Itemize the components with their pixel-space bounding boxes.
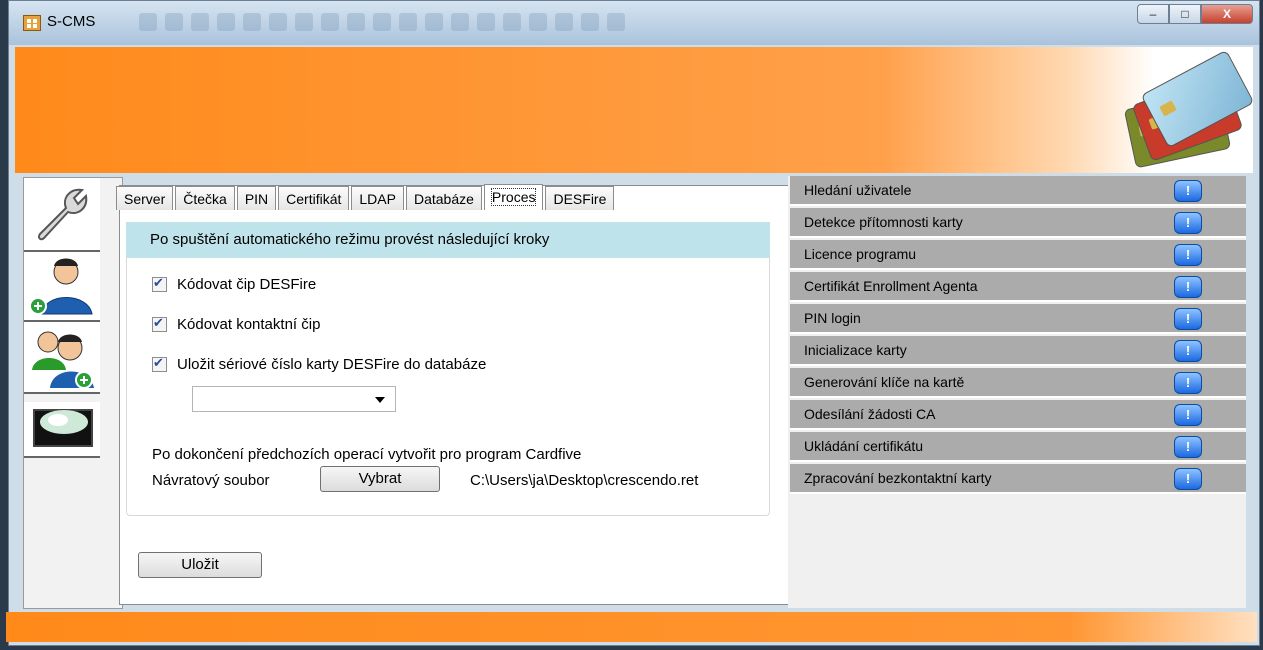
tab-ldap[interactable]: LDAP — [351, 186, 404, 210]
tab-databaze[interactable]: Databáze — [405, 186, 482, 210]
info-icon[interactable]: ! — [1174, 436, 1202, 458]
info-icon[interactable]: ! — [1174, 180, 1202, 202]
toolbar-icon — [399, 13, 417, 31]
checkbox-checked[interactable] — [152, 315, 167, 332]
step-label: PIN login — [804, 310, 861, 326]
add-group-icon — [32, 331, 94, 389]
toolbar-icon — [581, 13, 599, 31]
step-item[interactable]: Certifikát Enrollment Agenta! — [790, 272, 1246, 302]
step-item[interactable]: PIN login! — [790, 304, 1246, 334]
step-label: Inicializace karty — [804, 342, 907, 358]
toolbar-icon — [529, 13, 547, 31]
window-controls: – □ X — [1137, 4, 1253, 24]
smart-cards-logo — [1121, 49, 1255, 169]
add-group-tool[interactable] — [24, 322, 100, 394]
process-steps-panel: Hledání uživatele! Detekce přítomnosti k… — [788, 176, 1246, 608]
app-icon — [23, 15, 41, 31]
toolbar-icon — [217, 13, 235, 31]
toolbar-icon — [451, 13, 469, 31]
tab-desfire[interactable]: DESFire — [545, 186, 615, 210]
close-button[interactable]: X — [1201, 4, 1253, 24]
step-label: Certifikát Enrollment Agenta — [804, 278, 978, 294]
save-button[interactable]: Uložit — [138, 552, 262, 578]
after-operations-text: Po dokončení předchozích operací vytvoři… — [152, 446, 582, 463]
toolbar-icon — [191, 13, 209, 31]
toolbar-icon — [425, 13, 443, 31]
add-user-tool[interactable] — [24, 252, 100, 322]
step-label: Hledání uživatele — [804, 182, 912, 198]
step-item[interactable]: Ukládání certifikátu! — [790, 432, 1246, 462]
step-label: Generování klíče na kartě — [804, 374, 965, 390]
toolbar-icon — [243, 13, 261, 31]
tab-server[interactable]: Server — [116, 186, 174, 210]
info-icon[interactable]: ! — [1174, 276, 1202, 298]
minimize-button[interactable]: – — [1137, 4, 1169, 24]
toolbar-icon — [503, 13, 521, 31]
step-item[interactable]: Odesílání žádosti CA! — [790, 400, 1246, 430]
info-icon[interactable]: ! — [1174, 372, 1202, 394]
step-item[interactable]: Hledání uživatele! — [790, 176, 1246, 206]
settings-tool[interactable] — [24, 178, 100, 252]
info-icon[interactable]: ! — [1174, 308, 1202, 330]
checkbox-save-serial[interactable]: Uložit sériové číslo karty DESFire do da… — [152, 355, 487, 373]
step-label: Detekce přítomnosti karty — [804, 214, 963, 230]
wrench-icon — [37, 188, 88, 241]
tab-proces-label: Proces — [490, 188, 537, 206]
step-item[interactable]: Detekce přítomnosti karty! — [790, 208, 1246, 238]
info-icon[interactable]: ! — [1174, 212, 1202, 234]
toolbar-icon — [269, 13, 287, 31]
step-item[interactable]: Generování klíče na kartě! — [790, 368, 1246, 398]
info-icon[interactable]: ! — [1174, 244, 1202, 266]
select-file-button[interactable]: Vybrat — [320, 466, 440, 492]
step-label: Ukládání certifikátu — [804, 438, 924, 454]
step-label: Licence programu — [804, 246, 917, 262]
checkbox-checked[interactable] — [152, 275, 167, 292]
toolbar-icon — [139, 13, 157, 31]
maximize-button[interactable]: □ — [1169, 4, 1201, 24]
tab-ctecka[interactable]: Čtečka — [175, 186, 235, 210]
toolbar-icon — [321, 13, 339, 31]
checkbox-encode-desfire[interactable]: Kódovat čip DESFire — [152, 275, 317, 293]
header-banner — [15, 47, 1253, 173]
checkbox-label: Kódovat čip DESFire — [177, 276, 317, 293]
toolbar-icon — [477, 13, 495, 31]
toolbar-icon — [347, 13, 365, 31]
checkbox-encode-contact[interactable]: Kódovat kontaktní čip — [152, 315, 321, 333]
footer-bar — [6, 612, 1257, 642]
step-item[interactable]: Zpracování bezkontaktní karty! — [790, 464, 1246, 494]
toolbar-icon — [295, 13, 313, 31]
database-select[interactable] — [192, 386, 396, 412]
screen-icon — [33, 409, 93, 447]
checkbox-label: Uložit sériové číslo karty DESFire do da… — [177, 356, 487, 373]
add-user-icon — [29, 258, 93, 315]
process-header: Po spuštění automatického režimu provést… — [126, 222, 770, 258]
checkbox-label: Kódovat kontaktní čip — [177, 316, 321, 333]
info-icon[interactable]: ! — [1174, 404, 1202, 426]
return-file-label: Návratový soubor — [152, 472, 270, 489]
tab-certifikat[interactable]: Certifikát — [278, 186, 350, 210]
card-reader-tool[interactable] — [24, 402, 100, 458]
step-item[interactable]: Inicializace karty! — [790, 336, 1246, 366]
toolbar-icon — [165, 13, 183, 31]
left-toolbar — [23, 177, 123, 609]
toolbar-faded — [139, 13, 625, 33]
info-icon[interactable]: ! — [1174, 340, 1202, 362]
step-label: Odesílání žádosti CA — [804, 406, 936, 422]
tab-proces[interactable]: Proces — [483, 184, 544, 210]
toolbar-icon — [555, 13, 573, 31]
step-label: Zpracování bezkontaktní karty — [804, 470, 992, 486]
toolbar-icon — [607, 13, 625, 31]
window-title: S-CMS — [47, 13, 96, 30]
toolbar-icon — [373, 13, 391, 31]
tab-pin[interactable]: PIN — [236, 186, 277, 210]
checkbox-checked[interactable] — [152, 355, 167, 372]
info-icon[interactable]: ! — [1174, 468, 1202, 490]
settings-tabs: Server Čtečka PIN Certifikát LDAP Databá… — [116, 184, 616, 210]
title-bar: S-CMS – □ X — [9, 1, 1259, 45]
step-item[interactable]: Licence programu! — [790, 240, 1246, 270]
return-file-path: C:\Users\ja\Desktop\crescendo.ret — [470, 472, 699, 489]
